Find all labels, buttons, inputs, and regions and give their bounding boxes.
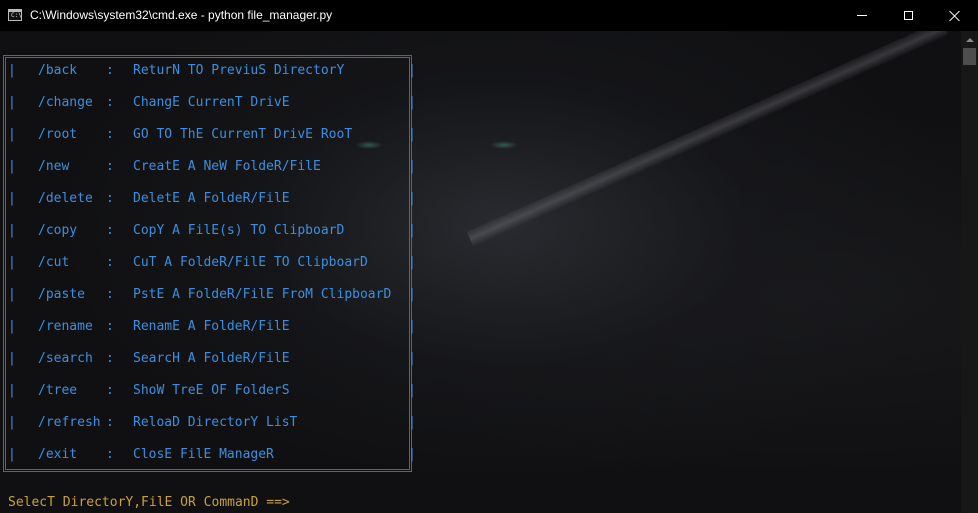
menu-command: /paste bbox=[38, 287, 85, 302]
menu-separator: : bbox=[106, 319, 114, 334]
menu-border-left: | bbox=[8, 223, 16, 238]
menu-border-right: | bbox=[408, 383, 416, 398]
menu-separator: : bbox=[106, 223, 114, 238]
menu-separator: : bbox=[106, 415, 114, 430]
menu-border-right: | bbox=[408, 255, 416, 270]
arrow-up-icon bbox=[965, 37, 974, 42]
menu-description: RenamE A FoldeR/FilE bbox=[133, 319, 290, 334]
menu-separator: : bbox=[106, 351, 114, 366]
minimize-button[interactable] bbox=[839, 0, 885, 31]
menu-command: /root bbox=[38, 127, 78, 142]
menu-description: CuT A FoldeR/FilE TO ClipboarD bbox=[133, 255, 368, 270]
menu-command: /refresh bbox=[38, 415, 101, 430]
menu-description: SearcH A FoldeR/FilE bbox=[133, 351, 290, 366]
menu-command: /rename bbox=[38, 319, 93, 334]
menu-description: CopY A FilE(s) TO ClipboarD bbox=[133, 223, 345, 238]
menu-command: /cut bbox=[38, 255, 70, 270]
menu-border-left: | bbox=[8, 95, 16, 110]
menu-separator: : bbox=[106, 383, 114, 398]
menu-border-left: | bbox=[8, 255, 16, 270]
menu-command: /new bbox=[38, 159, 70, 174]
menu-command: /delete bbox=[38, 191, 93, 206]
menu-border-left: | bbox=[8, 127, 16, 142]
menu-description: CreatE A NeW FoldeR/FilE bbox=[133, 159, 321, 174]
menu-separator: : bbox=[106, 63, 114, 78]
background-art-eye bbox=[490, 141, 518, 149]
menu-border-right: | bbox=[408, 191, 416, 206]
minimize-icon bbox=[857, 15, 867, 16]
command-prompt[interactable]: SelecT DirectorY,FilE OR CommanD ==> bbox=[8, 495, 290, 510]
menu-command: /back bbox=[38, 63, 78, 78]
menu-border-right: | bbox=[408, 63, 416, 78]
menu-description: DeletE A FoldeR/FilE bbox=[133, 191, 290, 206]
menu-separator: : bbox=[106, 95, 114, 110]
cmd-icon[interactable]: C:\ bbox=[8, 9, 22, 21]
menu-border-left: | bbox=[8, 287, 16, 302]
background-art bbox=[466, 31, 949, 247]
menu-description: ReturN TO PreviuS DirectorY bbox=[133, 63, 345, 78]
menu-border-right: | bbox=[408, 127, 416, 142]
menu-border-right: | bbox=[408, 351, 416, 366]
menu-description: GO TO ThE CurrenT DrivE RooT bbox=[133, 127, 353, 142]
menu-border-right: | bbox=[408, 415, 416, 430]
menu-command: /copy bbox=[38, 223, 78, 238]
menu-border-right: | bbox=[408, 223, 416, 238]
console-area[interactable]: | /back: ReturN TO PreviuS DirectorY | | /cha… bbox=[0, 31, 961, 513]
title-bar: C:\ C:\Windows\system32\cmd.exe - python… bbox=[0, 0, 978, 31]
vertical-scrollbar[interactable] bbox=[961, 31, 978, 513]
menu-border-left: | bbox=[8, 447, 16, 462]
window-title: C:\Windows\system32\cmd.exe - python fil… bbox=[30, 8, 333, 22]
menu-border-right: | bbox=[408, 95, 416, 110]
menu-border-right: | bbox=[408, 287, 416, 302]
menu-border-right: | bbox=[408, 447, 416, 462]
menu-border-left: | bbox=[8, 319, 16, 334]
menu-separator: : bbox=[106, 287, 114, 302]
menu-command: /tree bbox=[38, 383, 78, 398]
menu-description: PstE A FoldeR/FilE FroM ClipboarD bbox=[133, 287, 392, 302]
menu-description: ClosE FilE ManageR bbox=[133, 447, 274, 462]
menu-description: ShoW TreE OF FolderS bbox=[133, 383, 290, 398]
menu-border-left: | bbox=[8, 63, 16, 78]
maximize-button[interactable] bbox=[885, 0, 931, 31]
menu-border-left: | bbox=[8, 191, 16, 206]
scroll-thumb[interactable] bbox=[963, 48, 976, 65]
menu-command: /change bbox=[38, 95, 93, 110]
menu-border-left: | bbox=[8, 415, 16, 430]
menu-border-right: | bbox=[408, 319, 416, 334]
menu-separator: : bbox=[106, 159, 114, 174]
menu-description: ChangE CurrenT DrivE bbox=[133, 95, 290, 110]
close-icon bbox=[949, 10, 961, 22]
menu-description: ReloaD DirectorY LisT bbox=[133, 415, 298, 430]
maximize-icon bbox=[903, 11, 913, 20]
close-button[interactable] bbox=[932, 0, 978, 31]
menu-separator: : bbox=[106, 447, 114, 462]
menu-command: /search bbox=[38, 351, 93, 366]
menu-separator: : bbox=[106, 127, 114, 142]
menu-command: /exit bbox=[38, 447, 78, 462]
menu-border-right: | bbox=[408, 159, 416, 174]
menu-border-left: | bbox=[8, 159, 16, 174]
menu-separator: : bbox=[106, 255, 114, 270]
scroll-up-button[interactable] bbox=[961, 31, 978, 48]
menu-border-left: | bbox=[8, 383, 16, 398]
menu-separator: : bbox=[106, 191, 114, 206]
menu-border-left: | bbox=[8, 351, 16, 366]
